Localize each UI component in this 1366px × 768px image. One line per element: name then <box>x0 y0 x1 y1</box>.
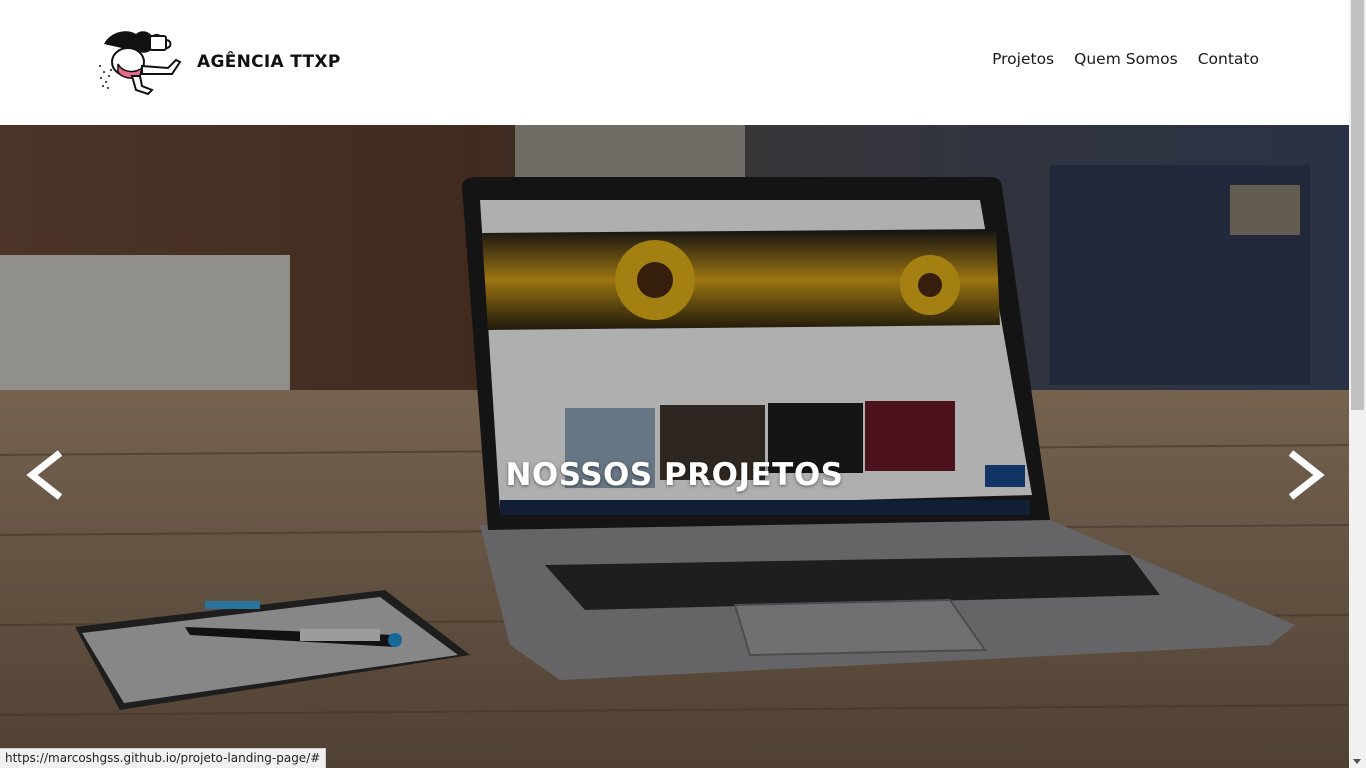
hero-carousel: NOSSOS PROJETOS <box>0 125 1349 768</box>
hero-title: NOSSOS PROJETOS <box>505 457 844 493</box>
nav-link-contato[interactable]: Contato <box>1198 50 1259 68</box>
site-header: AGÊNCIA TTXP Projetos Quem Somos Contato <box>0 0 1349 125</box>
status-bar-url: https://marcoshgss.github.io/projeto-lan… <box>0 748 327 768</box>
logo-link[interactable]: AGÊNCIA TTXP <box>96 26 341 98</box>
carousel-next-button[interactable] <box>1283 449 1327 501</box>
hero-overlay <box>0 125 1349 768</box>
brand-name: AGÊNCIA TTXP <box>197 52 341 72</box>
page: AGÊNCIA TTXP Projetos Quem Somos Contato <box>0 0 1366 768</box>
page-scrollbar[interactable] <box>1349 0 1366 768</box>
logo-illustration <box>99 31 182 96</box>
scrollbar-thumb[interactable] <box>1351 0 1364 410</box>
scroll-down-arrow-icon[interactable] <box>1353 759 1361 764</box>
nav-link-quem-somos[interactable]: Quem Somos <box>1074 50 1178 68</box>
main-nav: Projetos Quem Somos Contato <box>992 50 1259 68</box>
nav-link-projetos[interactable]: Projetos <box>992 50 1054 68</box>
chevron-right-icon <box>1288 450 1325 500</box>
